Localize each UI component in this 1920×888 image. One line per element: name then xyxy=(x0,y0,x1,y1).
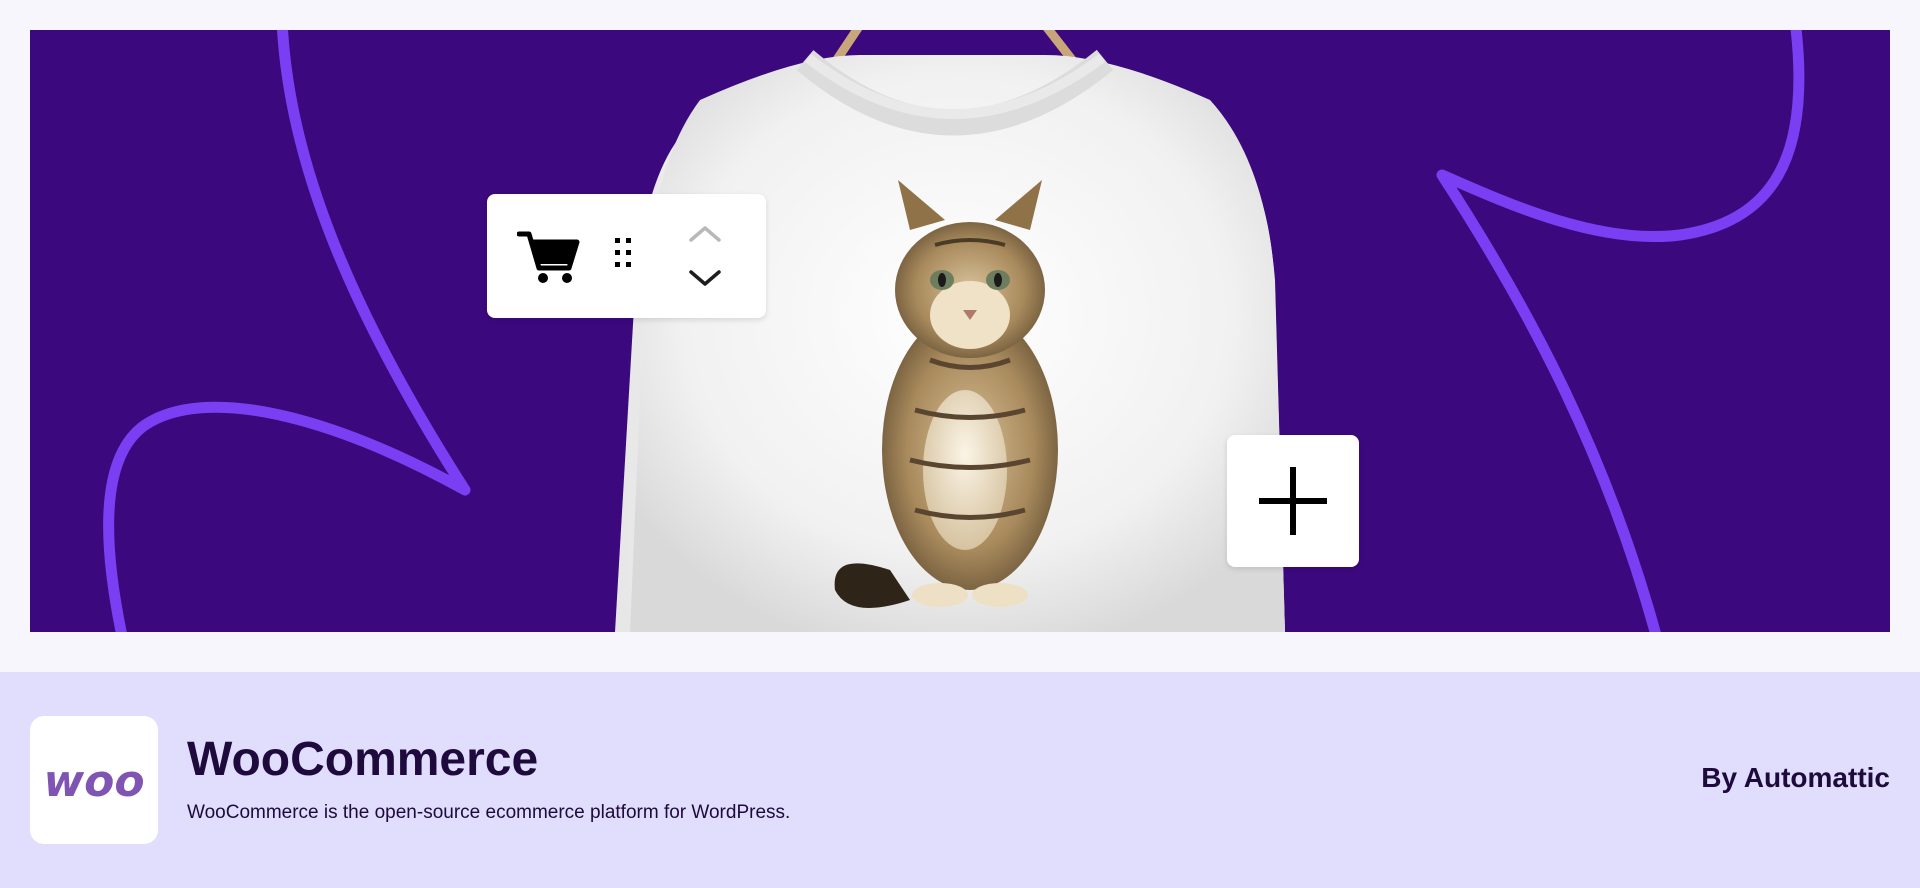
drag-handle-icon[interactable] xyxy=(605,194,641,318)
plugin-description: WooCommerce is the open-source ecommerce… xyxy=(187,802,791,823)
add-block-button[interactable] xyxy=(1227,435,1359,567)
plugin-title[interactable]: WooCommerce xyxy=(187,732,538,787)
move-buttons xyxy=(683,194,727,318)
cart-icon[interactable] xyxy=(516,194,581,318)
plus-icon xyxy=(1259,467,1327,535)
plugin-header: woo WooCommerce WooCommerce is the open-… xyxy=(0,672,1920,888)
plugin-banner xyxy=(30,30,1890,632)
product-image-sweatshirt xyxy=(615,30,1285,632)
plugin-author[interactable]: By Automattic xyxy=(1701,762,1890,794)
svg-text:woo: woo xyxy=(43,756,144,807)
chevron-up-icon[interactable] xyxy=(689,226,721,242)
chevron-down-icon[interactable] xyxy=(689,270,721,286)
plugin-logo[interactable]: woo xyxy=(30,716,158,844)
woo-logo-icon: woo xyxy=(43,756,144,807)
block-toolbar xyxy=(487,194,766,318)
